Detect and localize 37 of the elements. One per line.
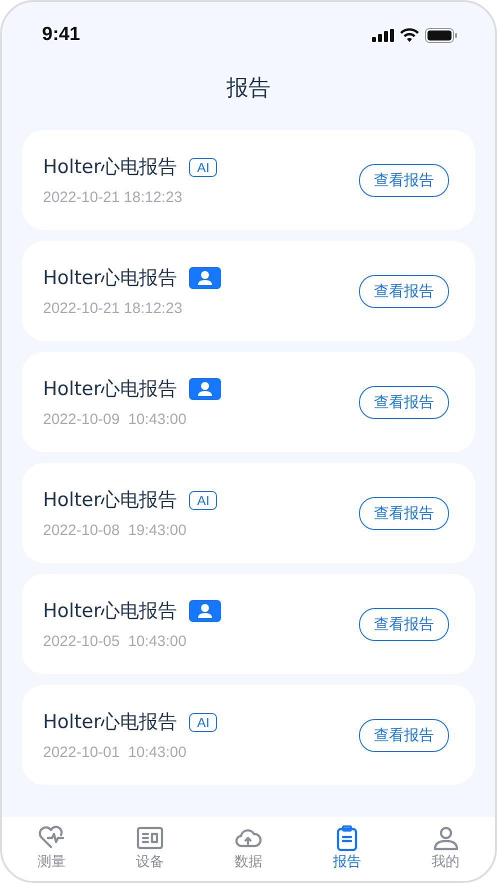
heartbeat-icon bbox=[37, 825, 66, 851]
ai-badge: AI bbox=[189, 158, 218, 176]
ai-badge: AI bbox=[189, 712, 218, 732]
report-date: 2022-10-21 18:12:23 bbox=[43, 189, 184, 206]
ai-badge: AI bbox=[189, 490, 218, 510]
view-report-button[interactable]: 查看报告 bbox=[359, 164, 449, 196]
report-title: Holter心电报告 bbox=[43, 266, 178, 291]
status-time: 9:41 bbox=[42, 24, 80, 46]
tab-item[interactable]: 我的 bbox=[396, 817, 495, 881]
person-badge-icon bbox=[189, 378, 222, 400]
view-report-button[interactable]: 查看报告 bbox=[359, 718, 449, 752]
tab-item[interactable]: 数据 bbox=[199, 817, 298, 881]
device-icon bbox=[136, 825, 164, 851]
wifi-icon bbox=[400, 28, 419, 42]
tab-item[interactable]: 报告 bbox=[298, 817, 396, 881]
report-date: 2022-10-05 10:43:00 bbox=[43, 633, 188, 650]
report-date: 2022-10-09 10:43:00 bbox=[43, 411, 188, 428]
view-report-button[interactable]: 查看报告 bbox=[359, 386, 449, 418]
report-date: 2022-10-08 19:43:00 bbox=[43, 522, 188, 539]
view-report-button[interactable]: 查看报告 bbox=[359, 496, 449, 530]
person-icon bbox=[432, 825, 460, 851]
report-title: Holter心电报告 bbox=[43, 488, 178, 513]
report-title: Holter心电报告 bbox=[43, 599, 178, 624]
report-title: Holter心电报告 bbox=[43, 155, 178, 180]
report-date: 2022-10-01 10:43:00 bbox=[43, 744, 188, 761]
person-badge-icon bbox=[189, 267, 222, 289]
report-title: Holter心电报告 bbox=[43, 710, 178, 735]
signal-icon bbox=[372, 28, 394, 42]
view-report-button[interactable]: 查看报告 bbox=[359, 274, 449, 308]
battery-icon bbox=[425, 28, 457, 42]
page-title: 报告 bbox=[226, 75, 272, 103]
report-title: Holter心电报告 bbox=[43, 377, 178, 402]
view-report-button[interactable]: 查看报告 bbox=[359, 608, 449, 640]
tab-item[interactable]: 测量 bbox=[2, 817, 101, 881]
person-badge-icon bbox=[189, 600, 222, 622]
tab-item[interactable]: 设备 bbox=[100, 817, 200, 881]
report-date: 2022-10-21 18:12:23 bbox=[43, 300, 184, 317]
